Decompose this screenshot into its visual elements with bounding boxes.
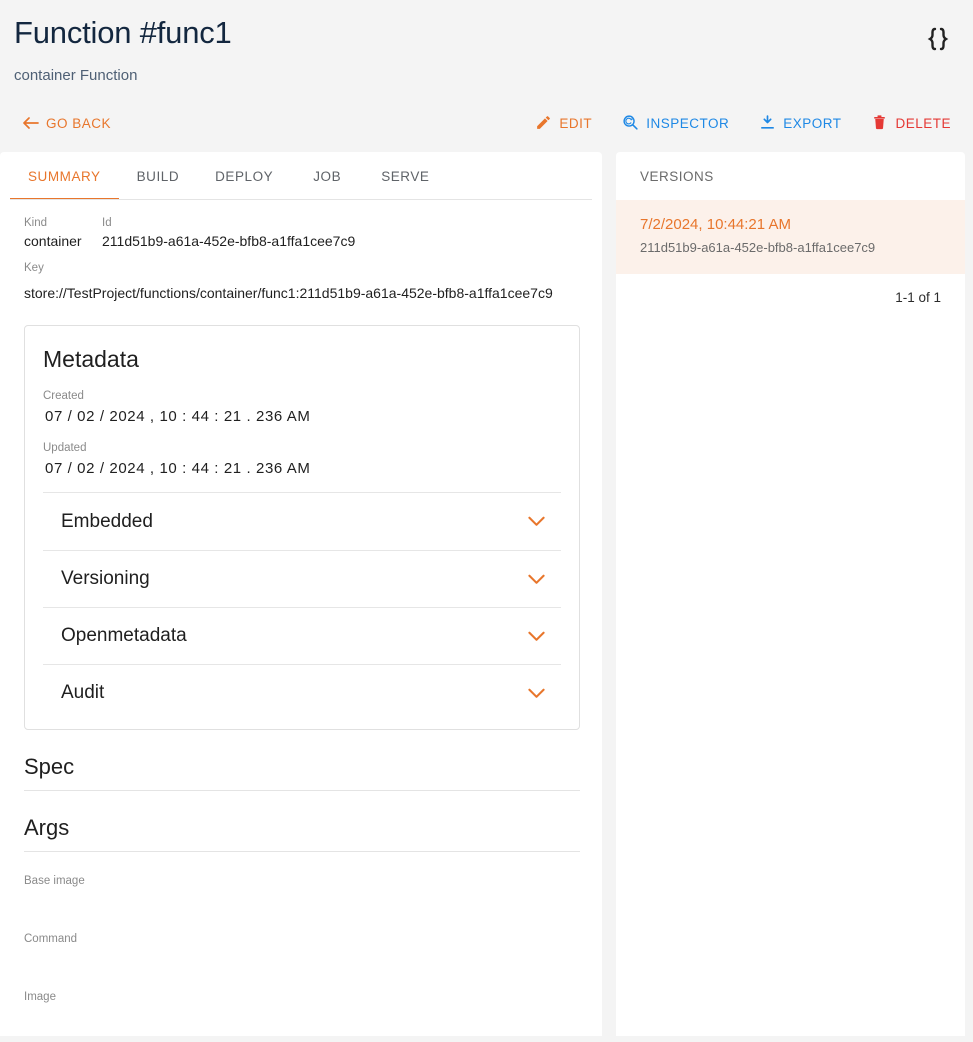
delete-label: DELETE	[895, 116, 951, 132]
inspector-button[interactable]: INSPECTOR	[614, 110, 737, 138]
updated-label: Updated	[43, 442, 87, 454]
tab-serve-label: SERVE	[381, 168, 430, 184]
id-value: 211d51b9-a61a-452e-bfb8-a1ffa1cee7c9	[102, 233, 356, 249]
command-field[interactable]: Command	[24, 932, 580, 968]
kind-value: container	[24, 233, 82, 249]
key-value: store://TestProject/functions/container/…	[24, 285, 553, 301]
base-image-field[interactable]: Base image	[24, 874, 580, 910]
kind-field: Kind container	[24, 216, 102, 251]
created-label: Created	[43, 390, 84, 402]
detail-panel: SUMMARY BUILD DEPLOY JOB SERVE Kind cont…	[0, 152, 602, 1036]
version-date: 7/2/2024, 10:44:21 AM	[640, 216, 791, 233]
command-label: Command	[24, 933, 78, 945]
accordion-versioning-label: Versioning	[61, 568, 150, 589]
args-heading: Args	[24, 813, 580, 852]
curly-braces-icon[interactable]	[921, 22, 955, 56]
trash-icon	[871, 114, 888, 134]
spec-heading: Spec	[24, 752, 580, 791]
version-list-item[interactable]: 7/2/2024, 10:44:21 AM 211d51b9-a61a-452e…	[616, 200, 965, 274]
metadata-card: Metadata Created 07 / 02 / 2024 , 10 : 4…	[24, 325, 580, 730]
tab-build-label: BUILD	[136, 168, 180, 184]
accordion-embedded-label: Embedded	[61, 510, 153, 532]
metadata-accordion: Embedded Versioning Openmetadata Audit	[43, 492, 561, 721]
accordion-versioning[interactable]: Versioning	[43, 550, 561, 607]
image-field[interactable]: Image	[24, 990, 580, 1026]
page-title: Function #func1	[14, 15, 232, 50]
pencil-icon	[535, 114, 552, 134]
tab-deploy[interactable]: DEPLOY	[197, 152, 291, 200]
arrow-left-icon	[22, 116, 39, 133]
go-back-button[interactable]: GO BACK	[14, 112, 119, 137]
tab-summary[interactable]: SUMMARY	[10, 152, 119, 200]
key-field: Key store://TestProject/functions/contai…	[24, 261, 580, 303]
id-label: Id	[102, 217, 112, 229]
versions-heading: VERSIONS	[640, 168, 714, 184]
versions-pagination: 1-1 of 1	[616, 274, 965, 305]
tab-bar: SUMMARY BUILD DEPLOY JOB SERVE	[0, 152, 602, 200]
image-label: Image	[24, 991, 56, 1003]
chevron-down-icon	[528, 574, 559, 585]
delete-button[interactable]: DELETE	[863, 110, 959, 138]
key-label: Key	[24, 262, 44, 274]
tab-job[interactable]: JOB	[291, 152, 363, 200]
action-bar: GO BACK EDIT INSPECTOR EXPORT DELETE	[0, 107, 973, 141]
download-icon	[759, 114, 776, 134]
chevron-down-icon	[528, 516, 559, 527]
accordion-openmetadata-label: Openmetadata	[61, 625, 187, 646]
tab-job-label: JOB	[313, 168, 342, 184]
export-button[interactable]: EXPORT	[751, 110, 849, 138]
tab-serve[interactable]: SERVE	[363, 152, 447, 200]
summary-content: Kind container Id 211d51b9-a61a-452e-bfb…	[0, 200, 602, 1026]
tab-build[interactable]: BUILD	[119, 152, 198, 200]
kind-id-row: Kind container Id 211d51b9-a61a-452e-bfb…	[24, 216, 580, 251]
action-buttons: EDIT INSPECTOR EXPORT DELETE	[527, 110, 959, 138]
edit-button[interactable]: EDIT	[527, 110, 600, 138]
page-header: Function #func1 container Function	[0, 0, 973, 85]
version-id: 211d51b9-a61a-452e-bfb8-a1ffa1cee7c9	[640, 240, 876, 255]
id-field: Id 211d51b9-a61a-452e-bfb8-a1ffa1cee7c9	[102, 216, 355, 251]
pagination-range: 1-1 of 1	[895, 290, 941, 305]
base-image-label: Base image	[24, 875, 85, 887]
tab-summary-label: SUMMARY	[28, 168, 101, 184]
function-detail-page: Function #func1 container Function GO BA…	[0, 0, 973, 1042]
chevron-down-icon	[528, 688, 559, 699]
accordion-audit[interactable]: Audit	[43, 664, 561, 721]
go-back-label: GO BACK	[46, 116, 112, 132]
chevron-down-icon	[528, 631, 559, 642]
inspector-label: INSPECTOR	[646, 116, 730, 132]
tab-deploy-label: DEPLOY	[215, 168, 274, 184]
kind-label: Kind	[24, 217, 48, 229]
updated-value: 07 / 02 / 2024 , 10 : 44 : 21 . 236 AM	[45, 460, 311, 477]
created-field: Created 07 / 02 / 2024 , 10 : 44 : 21 . …	[43, 388, 561, 428]
created-value: 07 / 02 / 2024 , 10 : 44 : 21 . 236 AM	[45, 408, 311, 425]
accordion-audit-label: Audit	[61, 682, 105, 703]
page-subtitle: container Function	[14, 67, 138, 84]
accordion-embedded[interactable]: Embedded	[43, 493, 561, 550]
updated-field: Updated 07 / 02 / 2024 , 10 : 44 : 21 . …	[43, 440, 561, 480]
accordion-openmetadata[interactable]: Openmetadata	[43, 607, 561, 664]
inspect-icon	[622, 114, 639, 134]
versions-panel: VERSIONS 7/2/2024, 10:44:21 AM 211d51b9-…	[616, 152, 965, 1036]
edit-label: EDIT	[559, 116, 593, 132]
panels-container: SUMMARY BUILD DEPLOY JOB SERVE Kind cont…	[0, 152, 973, 1036]
metadata-title: Metadata	[43, 346, 139, 372]
export-label: EXPORT	[783, 116, 842, 132]
